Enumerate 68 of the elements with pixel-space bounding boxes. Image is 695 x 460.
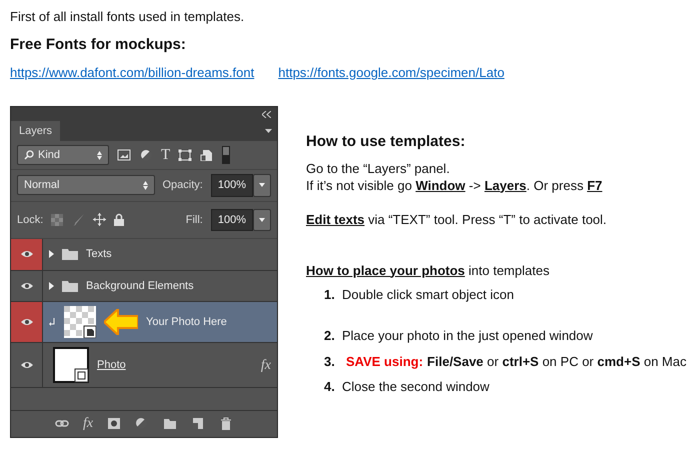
- adjustment-filter-icon[interactable]: [139, 149, 153, 161]
- layer-name: Your Photo Here: [146, 314, 227, 330]
- lock-label: Lock:: [17, 212, 44, 228]
- section-heading: How to use templates:: [306, 132, 466, 152]
- shape-filter-icon[interactable]: [178, 149, 192, 161]
- font-link[interactable]: https://fonts.google.com/specimen/Lato: [278, 62, 504, 82]
- smart-filter-icon[interactable]: [200, 149, 214, 161]
- type-filter-icon[interactable]: T: [161, 148, 170, 162]
- step-text: Place your photo in the just opened window: [342, 327, 593, 345]
- step-number: 4.: [324, 378, 336, 396]
- caret-icon: [259, 218, 265, 222]
- trash-icon[interactable]: [219, 417, 234, 431]
- lock-icon[interactable]: [114, 213, 124, 226]
- opacity-label: Opacity:: [162, 178, 203, 193]
- effects-label: fx: [260, 356, 271, 374]
- layer-name: Texts: [86, 247, 112, 262]
- instruction-text: Go to the “Layers” panel.: [306, 160, 451, 176]
- photo-thumbnail: [53, 347, 89, 383]
- updown-icon: [142, 180, 148, 190]
- dropdown-button[interactable]: [253, 208, 271, 231]
- dropdown-button[interactable]: [253, 174, 271, 196]
- fill-field[interactable]: 100%: [210, 208, 253, 231]
- blend-mode-dropdown[interactable]: Normal: [17, 175, 154, 196]
- step-number: 1.: [324, 286, 336, 304]
- step-number: 3.: [324, 352, 336, 370]
- checker-lock-icon[interactable]: [51, 214, 64, 226]
- folder-icon: [62, 280, 78, 292]
- filter-dropdown[interactable]: Kind: [17, 145, 109, 165]
- warning-text: SAVE using:: [346, 352, 424, 371]
- step-number: 2.: [324, 327, 336, 345]
- image-filter-icon[interactable]: [117, 149, 131, 161]
- eye-icon: [20, 250, 32, 258]
- step-text: File/Save or ctrl+S on PC or cmd+S on Mac: [427, 352, 686, 370]
- layer-row[interactable]: Texts: [11, 239, 277, 270]
- eye-icon: [20, 361, 32, 369]
- mask-icon[interactable]: [107, 417, 122, 431]
- layers-tab[interactable]: Layers: [11, 121, 60, 141]
- clip-arrow-icon: [49, 318, 56, 326]
- step-text: Close the second window: [342, 378, 490, 396]
- eye-icon: [20, 282, 32, 290]
- opacity-field[interactable]: 100%: [210, 174, 253, 196]
- fill-label: Fill:: [186, 212, 203, 228]
- pointer-arrow-icon: [104, 309, 138, 335]
- instruction-text: Edit texts via “TEXT” tool. Press “T” to activate tool.: [306, 210, 608, 228]
- section-heading: How to place your photos into templates: [306, 262, 550, 278]
- layer-name: Photo: [97, 358, 126, 373]
- layer-name: Background Elements: [86, 278, 194, 294]
- step-text: Double click smart object icon: [342, 286, 514, 304]
- layer-row[interactable]: Photo fx: [11, 343, 277, 388]
- updown-icon: [97, 150, 102, 160]
- expand-arrow-icon: [49, 250, 54, 258]
- section-heading: Free Fonts for mockups:: [10, 35, 187, 55]
- search-icon: [24, 150, 34, 160]
- folder-icon: [62, 248, 78, 260]
- font-link[interactable]: https://www.dafont.com/billion-dreams.font: [10, 62, 254, 82]
- intro-text: First of all install fonts used in templates.: [10, 8, 246, 25]
- layer-row[interactable]: Your Photo Here: [11, 302, 277, 343]
- expand-arrow-icon: [49, 282, 54, 290]
- instruction-text: If it’s not visible go Window -> Layers. Or press F7: [306, 176, 604, 194]
- filter-toggle[interactable]: [222, 146, 230, 164]
- move-lock-icon[interactable]: [93, 213, 106, 226]
- effects-button[interactable]: fx: [82, 417, 94, 431]
- collapse-icon: [262, 110, 271, 118]
- menu-icon: [264, 127, 274, 135]
- folder-icon[interactable]: [163, 417, 178, 431]
- caret-icon: [259, 183, 265, 188]
- eye-icon: [20, 318, 32, 326]
- smart-object-thumbnail: [64, 306, 96, 338]
